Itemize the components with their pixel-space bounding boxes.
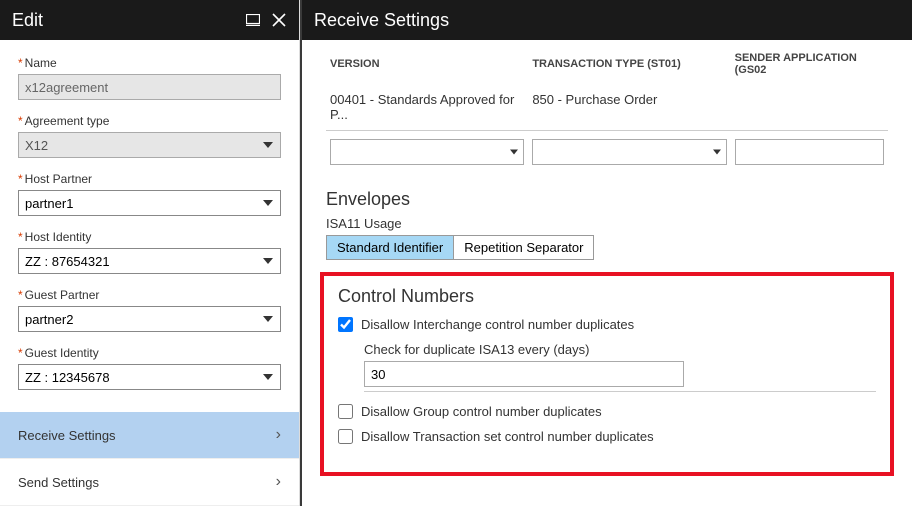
host-identity-label: *Host Identity <box>18 230 281 244</box>
nav-receive-label: Receive Settings <box>18 428 116 443</box>
name-input[interactable] <box>18 74 281 100</box>
table-row: 00401 - Standards Approved for P... 850 … <box>326 84 888 131</box>
disallow-tx-label: Disallow Transaction set control number … <box>361 429 654 444</box>
disallow-tx-checkbox[interactable] <box>338 429 353 444</box>
schemas-table: VERSION TRANSACTION TYPE (ST01) SENDER A… <box>326 44 888 173</box>
guest-identity-label: *Guest Identity <box>18 346 281 360</box>
check-duplicate-input[interactable] <box>364 361 684 387</box>
receive-panel-header: Receive Settings <box>302 0 912 40</box>
sender-app-input[interactable] <box>735 139 884 165</box>
cell-version: 00401 - Standards Approved for P... <box>326 84 528 131</box>
disallow-interchange-checkbox[interactable] <box>338 317 353 332</box>
isa11-usage-label: ISA11 Usage <box>326 216 888 231</box>
isa11-toggle: Standard Identifier Repetition Separator <box>326 235 594 260</box>
nav-send-settings[interactable]: Send Settings › <box>0 459 299 506</box>
disallow-group-checkbox[interactable] <box>338 404 353 419</box>
agreement-type-select[interactable] <box>18 132 281 158</box>
edit-panel-header: Edit <box>0 0 299 40</box>
cell-sender-app <box>731 84 888 131</box>
toggle-standard-identifier[interactable]: Standard Identifier <box>327 236 453 259</box>
close-icon[interactable] <box>271 12 287 28</box>
check-duplicate-label: Check for duplicate ISA13 every (days) <box>364 342 876 357</box>
disallow-group-label: Disallow Group control number duplicates <box>361 404 602 419</box>
guest-identity-select[interactable] <box>18 364 281 390</box>
host-identity-select[interactable] <box>18 248 281 274</box>
guest-partner-select[interactable] <box>18 306 281 332</box>
control-numbers-section: Control Numbers Disallow Interchange con… <box>320 272 894 476</box>
cell-tx-type: 850 - Purchase Order <box>528 84 730 131</box>
host-partner-label: *Host Partner <box>18 172 281 186</box>
agreement-type-label: *Agreement type <box>18 114 281 128</box>
nav-receive-settings[interactable]: Receive Settings › <box>0 412 299 459</box>
col-version: VERSION <box>326 44 528 84</box>
envelopes-section: Envelopes ISA11 Usage Standard Identifie… <box>326 189 888 260</box>
chevron-right-icon: › <box>276 426 281 444</box>
receive-panel-title: Receive Settings <box>314 10 449 31</box>
table-row-input <box>326 131 888 174</box>
tx-type-select[interactable] <box>532 139 726 165</box>
version-select[interactable] <box>330 139 524 165</box>
guest-partner-label: *Guest Partner <box>18 288 281 302</box>
chevron-right-icon: › <box>276 473 281 491</box>
toggle-repetition-separator[interactable]: Repetition Separator <box>453 236 593 259</box>
col-tx-type: TRANSACTION TYPE (ST01) <box>528 44 730 84</box>
edit-panel: Edit *Name *Agreement type <box>0 0 300 506</box>
divider <box>364 391 876 392</box>
col-sender-app: SENDER APPLICATION (GS02 <box>731 44 888 84</box>
disallow-interchange-label: Disallow Interchange control number dupl… <box>361 317 634 332</box>
nav-send-label: Send Settings <box>18 475 99 490</box>
control-numbers-title: Control Numbers <box>338 286 876 307</box>
edit-panel-title: Edit <box>12 10 43 31</box>
host-partner-select[interactable] <box>18 190 281 216</box>
maximize-icon[interactable] <box>245 12 261 28</box>
receive-settings-panel: Receive Settings VERSION TRANSACTION TYP… <box>300 0 912 506</box>
envelopes-title: Envelopes <box>326 189 888 210</box>
name-label: *Name <box>18 56 281 70</box>
